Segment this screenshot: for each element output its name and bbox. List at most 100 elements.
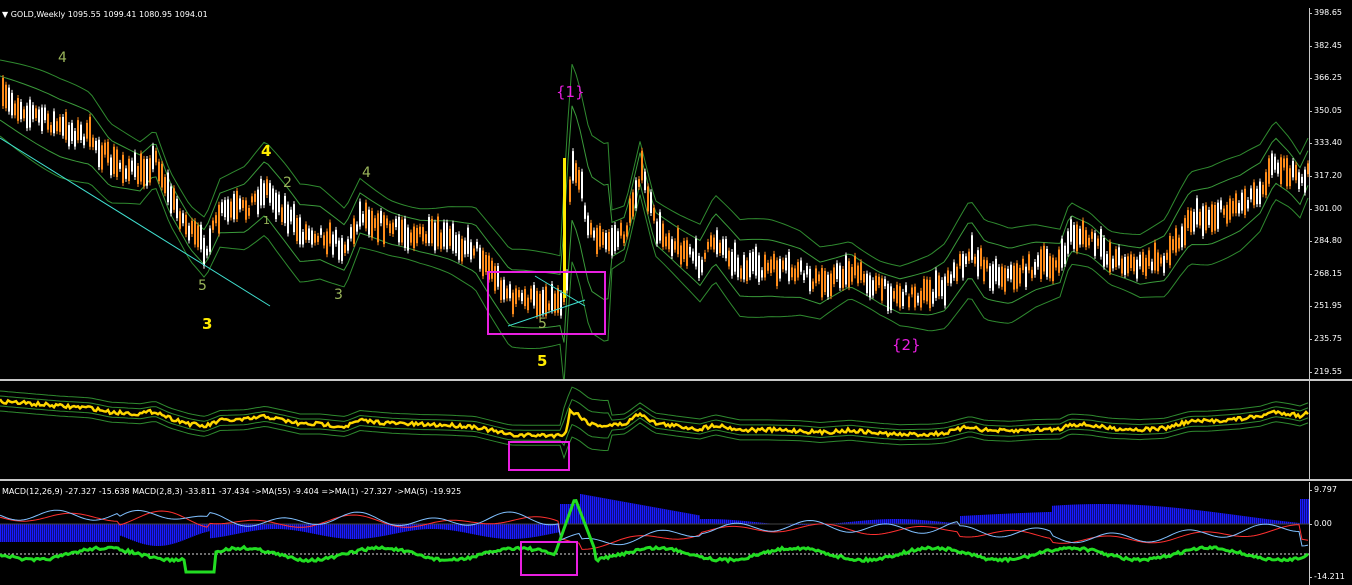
macd-histogram-bar: [1040, 512, 1042, 524]
candle-body: [32, 105, 34, 120]
macd-histogram-bar: [924, 520, 926, 524]
candle-body: [1235, 193, 1237, 214]
macd-histogram-bar: [532, 524, 534, 538]
macd-histogram-bar: [876, 519, 878, 524]
macd-histogram-bar: [914, 519, 916, 524]
macd-histogram-bar: [636, 504, 638, 524]
macd-histogram-bar: [190, 524, 192, 538]
candle-body: [1139, 254, 1141, 267]
candle-body: [383, 215, 385, 245]
indicator-pane[interactable]: [0, 381, 1309, 479]
candle-body: [1109, 242, 1111, 273]
macd-histogram-bar: [1010, 513, 1012, 524]
macd-histogram-bar: [440, 524, 442, 530]
candle-body: [212, 220, 214, 230]
macd-histogram-bar: [686, 513, 688, 524]
macd-histogram-bar: [1214, 512, 1216, 524]
macd-histogram-bar: [1252, 517, 1254, 524]
price-axis[interactable]: 398.65 382.45 366.25 350.05 333.40 317.20 301.…: [1309, 8, 1352, 379]
macd-histogram-bar: [992, 514, 994, 524]
candle-body: [995, 258, 997, 282]
candle-body: [428, 217, 430, 244]
candle-body: [758, 255, 760, 282]
indicator-axis[interactable]: [1309, 381, 1352, 479]
candle-body: [959, 254, 961, 266]
macd-histogram-bar: [1264, 518, 1266, 524]
candle-body: [968, 251, 970, 261]
macd-histogram-bar: [164, 524, 166, 546]
macd-histogram-bar: [622, 501, 624, 524]
candle-body: [1202, 206, 1204, 236]
macd-histogram-bar: [172, 524, 174, 544]
macd-histogram-bar: [494, 524, 496, 538]
pane-separator-2[interactable]: [0, 479, 1352, 481]
candle-body: [1106, 254, 1108, 265]
price-chart-pane[interactable]: ▼ GOLD,Weekly 1095.55 1099.41 1080.95 10…: [0, 8, 1309, 379]
macd-histogram-bar: [1082, 504, 1084, 524]
macd-histogram-bar: [178, 524, 180, 543]
candle-body: [389, 223, 391, 234]
macd-histogram-bar: [448, 524, 450, 530]
macd-histogram-bar: [442, 524, 444, 530]
macd-histogram-bar: [334, 524, 336, 538]
macd-histogram-bar: [88, 524, 90, 542]
candle-body: [1100, 229, 1102, 257]
candle-body: [419, 226, 421, 235]
macd-histogram-bar: [968, 515, 970, 524]
macd-histogram-bar: [324, 524, 326, 536]
macd-histogram-bar: [168, 524, 170, 545]
candle-body: [581, 171, 583, 199]
collapse-triangle-icon[interactable]: ▼: [2, 10, 8, 19]
macd-histogram-bar: [1074, 504, 1076, 524]
macd-histogram-bar: [906, 519, 908, 524]
candle-body: [974, 256, 976, 264]
macd-histogram-bar: [866, 520, 868, 524]
macd-histogram-bar: [372, 524, 374, 538]
macd-axis[interactable]: 9.797 0.00 -14.211: [1309, 482, 1352, 585]
macd-histogram-bar: [460, 524, 462, 532]
candle-body: [986, 260, 988, 269]
macd-histogram-bar: [720, 519, 722, 524]
candle-body: [1169, 235, 1171, 266]
price-tick-label: 284.80: [1309, 236, 1342, 246]
macd-histogram-bar: [1246, 516, 1248, 524]
candle-body: [722, 239, 724, 255]
macd-histogram-bar: [692, 514, 694, 524]
macd-histogram-bar: [260, 524, 262, 530]
wave-label-5-yellow: 5: [537, 352, 548, 370]
candle-body: [50, 125, 52, 133]
macd-histogram-bar: [556, 524, 558, 533]
candle-body: [578, 170, 580, 190]
candle-body: [1094, 233, 1096, 256]
macd-histogram-bar: [598, 497, 600, 524]
macd-histogram-bar: [106, 524, 108, 542]
candle-body: [935, 270, 937, 298]
macd-histogram-bar: [888, 519, 890, 524]
macd-histogram-bar: [706, 519, 708, 524]
candle-body: [1007, 268, 1009, 279]
candle-body: [485, 255, 487, 273]
macd-pane[interactable]: MACD(12,26,9) -27.327 -15.638 MACD(2,8,3…: [0, 482, 1309, 585]
wave-label-3-small: 3: [334, 287, 343, 303]
macd-histogram-bar: [634, 503, 636, 524]
candle-body: [626, 225, 628, 237]
macd-histogram-bar: [32, 524, 34, 542]
macd-histogram-bar: [456, 524, 458, 532]
macd-histogram-bar: [586, 495, 588, 524]
macd-histogram-bar: [504, 524, 506, 539]
candle-body: [452, 223, 454, 251]
macd-histogram-bar: [170, 524, 172, 545]
macd-histogram-bar: [1168, 507, 1170, 524]
candle-body: [5, 84, 7, 109]
macd-histogram-bar: [526, 524, 528, 539]
candle-body: [446, 222, 448, 250]
macd-histogram-bar: [534, 524, 536, 537]
macd-histogram-bar: [54, 524, 56, 542]
macd-histogram-bar: [1022, 512, 1024, 524]
candle-body: [359, 201, 361, 227]
indicator-band-line: [0, 395, 1309, 431]
macd-histogram-bar: [524, 524, 526, 539]
candle-body: [377, 213, 379, 243]
macd-tick-label: 0.00: [1309, 519, 1332, 528]
macd-histogram-bar: [60, 524, 62, 542]
